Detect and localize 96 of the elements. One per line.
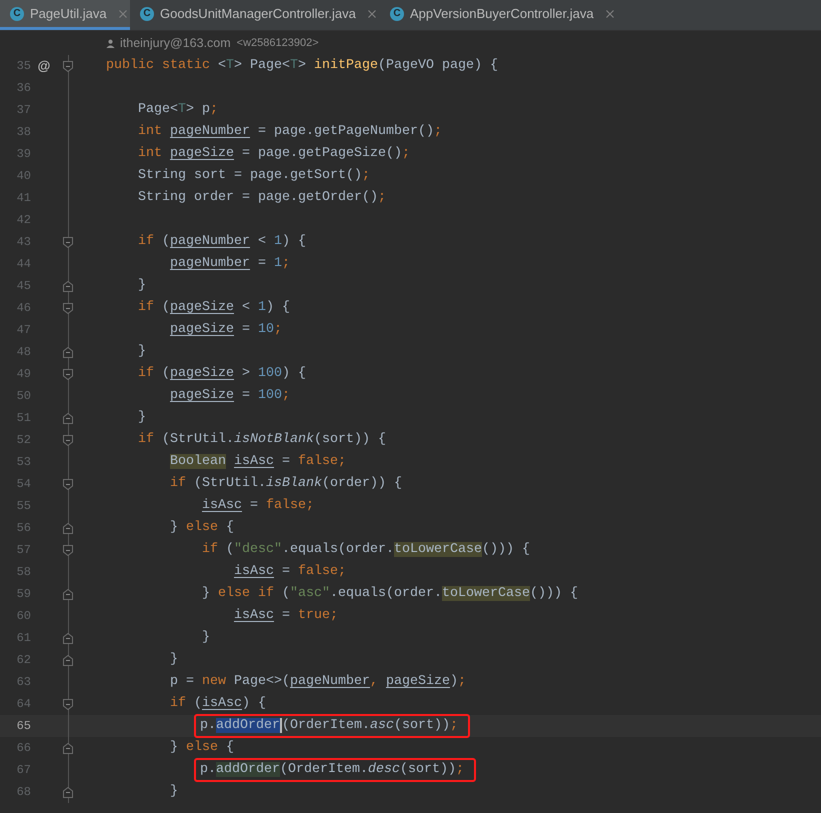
fold-icon[interactable] xyxy=(63,544,73,556)
code-line: } xyxy=(137,409,146,427)
class-icon: C xyxy=(390,6,404,20)
line-number: 37 xyxy=(16,102,31,119)
code-line: if (StrUtil.isBlank(order)) { xyxy=(169,475,402,493)
code-line: if (pageSize < 1) { xyxy=(137,299,290,317)
line-number: 56 xyxy=(16,520,31,537)
line-number: 43 xyxy=(16,234,31,251)
line-number: 40 xyxy=(16,168,31,185)
tab-label: GoodsUnitManagerController.java xyxy=(160,4,356,23)
fold-icon[interactable] xyxy=(63,434,73,446)
fold-icon[interactable] xyxy=(63,280,73,292)
line-number: 55 xyxy=(16,498,31,515)
close-icon[interactable] xyxy=(606,10,614,18)
line-number: 65 xyxy=(16,718,31,735)
class-icon: C xyxy=(140,6,154,20)
line-number: 46 xyxy=(16,300,31,317)
tab-label: PageUtil.java xyxy=(30,4,107,23)
code-line: } xyxy=(169,783,178,801)
line-number: 48 xyxy=(16,344,31,361)
line-number: 64 xyxy=(16,696,31,713)
code-line: } xyxy=(200,629,210,647)
line-number: 68 xyxy=(16,784,31,801)
code-line: String sort = page.getSort(); xyxy=(137,167,370,185)
editor-tab[interactable]: C GoodsUnitManagerController.java xyxy=(130,0,380,30)
line-number: 49 xyxy=(16,366,31,383)
line-number: 57 xyxy=(16,542,31,559)
code-line: if (pageSize > 100) { xyxy=(137,365,306,383)
code-line: int pageNumber = page.getPageNumber(); xyxy=(137,123,442,141)
code-line: } else { xyxy=(169,739,234,757)
code-line: } else { xyxy=(169,519,234,537)
class-icon: C xyxy=(10,6,24,20)
line-number: 58 xyxy=(16,564,31,581)
line-number: 62 xyxy=(16,652,31,669)
code-line: isAsc = true; xyxy=(232,607,338,625)
fold-icon[interactable] xyxy=(63,588,73,600)
code-line: if (StrUtil.isNotBlank(sort)) { xyxy=(137,431,386,449)
fold-icon[interactable] xyxy=(63,236,73,248)
fold-icon[interactable] xyxy=(63,346,73,358)
person-icon xyxy=(106,38,115,48)
line-number: 44 xyxy=(16,256,31,273)
fold-icon[interactable] xyxy=(63,368,73,380)
line-number: 60 xyxy=(16,608,31,625)
line-number: 50 xyxy=(16,388,31,405)
fold-icon[interactable] xyxy=(63,522,73,534)
fold-icon[interactable] xyxy=(63,632,73,644)
close-icon[interactable] xyxy=(368,10,376,18)
editor-tab[interactable]: C PageUtil.java xyxy=(0,0,130,30)
code-line: isAsc = false; xyxy=(200,497,314,515)
code-line: Page<T> p; xyxy=(137,101,218,119)
fold-icon[interactable] xyxy=(63,478,73,490)
fold-icon[interactable] xyxy=(63,302,73,314)
override-marker[interactable]: @ xyxy=(38,56,50,76)
editor-tab[interactable]: C AppVersionBuyerController.java xyxy=(380,0,821,30)
code-line: } xyxy=(137,343,146,361)
code-line: } xyxy=(137,277,146,295)
code-line: } else if ("asc".equals(order.toLowerCase())) { xyxy=(200,585,578,603)
line-number: 59 xyxy=(16,586,31,603)
author-name: itheinjury@163.com xyxy=(120,34,231,52)
line-number: 41 xyxy=(16,190,31,207)
code-line: String order = page.getOrder(); xyxy=(137,189,386,207)
tab-label: AppVersionBuyerController.java xyxy=(410,4,594,23)
code-line: pageNumber = 1; xyxy=(169,255,290,273)
line-number: 39 xyxy=(16,146,31,163)
code-line: pageSize = 100; xyxy=(169,387,290,405)
fold-icon[interactable] xyxy=(63,412,73,424)
fold-icon[interactable] xyxy=(63,742,73,754)
line-number: 67 xyxy=(16,762,31,779)
code-line: p = new Page<>(pageNumber, pageSize); xyxy=(169,673,466,691)
code-line: if (isAsc) { xyxy=(169,695,266,713)
code-line: pageSize = 10; xyxy=(169,321,282,339)
line-number: 35 xyxy=(16,58,31,75)
line-number: 63 xyxy=(16,674,31,691)
line-number: 51 xyxy=(16,410,31,427)
line-number: 66 xyxy=(16,740,31,757)
line-number: 61 xyxy=(16,630,31,647)
line-number: 54 xyxy=(16,476,31,493)
code-line: public static <T> Page<T> initPage(PageVO page) { xyxy=(106,57,498,75)
code-line: isAsc = false; xyxy=(232,563,346,581)
line-number: 42 xyxy=(16,212,31,229)
code-line: } xyxy=(169,651,178,669)
author-handle: <w2586123902> xyxy=(236,36,319,51)
fold-icon[interactable] xyxy=(63,786,73,798)
code-line: if (pageNumber < 1) { xyxy=(137,233,306,251)
line-number: 52 xyxy=(16,432,31,449)
line-number: 38 xyxy=(16,124,31,141)
line-number: 53 xyxy=(16,454,31,471)
code-line: if ("desc".equals(order.toLowerCase())) { xyxy=(200,541,530,559)
code-line: Boolean isAsc = false; xyxy=(169,453,346,471)
line-number: 47 xyxy=(16,322,31,339)
line-number: 36 xyxy=(16,80,31,97)
line-number: 45 xyxy=(16,278,31,295)
fold-icon[interactable] xyxy=(63,654,73,666)
code-line: int pageSize = page.getPageSize(); xyxy=(137,145,410,163)
fold-icon[interactable] xyxy=(63,698,73,710)
fold-icon[interactable] xyxy=(63,60,73,72)
